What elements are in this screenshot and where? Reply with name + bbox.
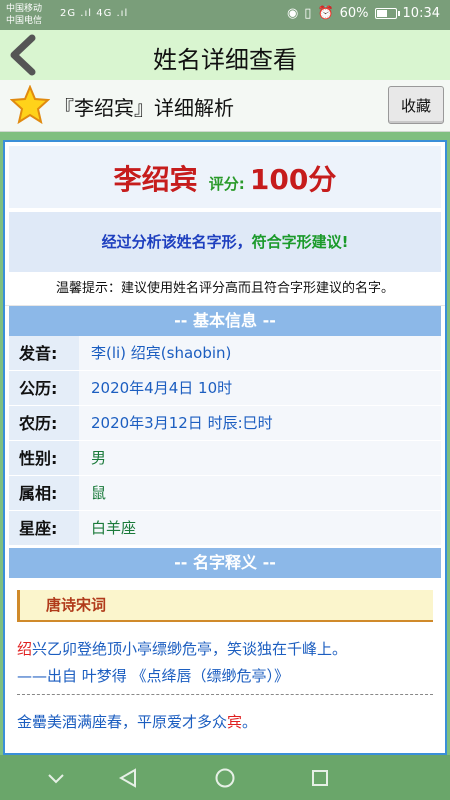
basic-info-heading: -- 基本信息 -- [9,306,441,336]
info-value: 2020年3月12日 时辰:巳时 [79,406,441,440]
status-bar: 中国移动 中国电信 2G .ıl 4G .ıl ◉ ▯ ⏰ 60% 10:34 [0,0,450,30]
info-key: 属相: [9,476,79,510]
info-key: 星座: [9,511,79,545]
analysis-title: 『李绍宾』详细解析 [54,96,234,120]
info-row-solar: 公历: 2020年4月4日 10时 [9,371,441,406]
info-key: 公历: [9,371,79,405]
nav-back-button[interactable] [98,755,158,800]
square-recent-icon [312,769,328,786]
divider [17,694,433,695]
score-value: 100分 [249,163,337,196]
info-value: 鼠 [79,476,441,510]
info-value: 李(li) 绍宾(shaobin) [79,336,441,370]
analysis-verdict: 符合字形建议! [251,233,349,251]
poem-2: 金罍美酒满座春，平原爱才多众宾。 [17,709,433,736]
poetry-heading: 唐诗宋词 [17,590,433,622]
sub-header: 『李绍宾』详细解析 收藏 [0,80,450,132]
analysis-result: 经过分析该姓名字形，符合字形建议! [9,212,441,272]
carrier-2: 中国电信 [6,16,43,26]
info-row-gender: 性别: 男 [9,441,441,476]
battery-fill [376,10,387,17]
carrier-info: 中国移动 中国电信 [6,3,42,27]
info-key: 农历: [9,406,79,440]
poem-2-highlight: 宾 [227,713,243,731]
person-name: 李绍宾 [113,163,198,196]
alarm-icon: ⏰ [317,6,334,21]
nav-recent-button[interactable] [290,755,350,800]
triangle-back-icon [118,767,136,788]
poem-2-end: 。 [242,713,258,731]
info-row-pronunciation: 发音: 李(li) 绍宾(shaobin) [9,336,441,371]
info-row-constellation: 星座: 白羊座 [9,511,441,546]
poem-1-text: 兴乙卯登绝顶小亭缥缈危亭，笑谈独在千峰上。 [32,640,348,658]
battery-icon [374,8,400,19]
favorite-button[interactable]: 收藏 [388,86,444,124]
info-value: 男 [79,441,441,475]
score-label: 评分: [208,175,245,193]
info-row-zodiac: 属相: 鼠 [9,476,441,511]
star-icon [10,85,50,125]
page-title: 姓名详细查看 [153,46,297,74]
meaning-heading: -- 名字释义 -- [9,548,441,578]
eye-icon: ◉ [286,6,299,21]
clock: 10:34 [402,6,440,21]
carrier-1: 中国移动 [6,4,43,14]
detail-content[interactable]: 李绍宾 评分: 100分 经过分析该姓名字形，符合字形建议! 温馨提示：建议使用… [3,140,447,755]
circle-home-icon [215,768,235,787]
title-bar: 姓名详细查看 [0,30,450,80]
nav-home-button[interactable] [195,755,255,800]
tip-text: 温馨提示：建议使用姓名评分高而且符合字形建议的名字。 [5,272,445,306]
info-value: 2020年4月4日 10时 [79,371,441,405]
info-key: 性别: [9,441,79,475]
poem-1-source: ——出自 叶梦得 《点绛唇（缥缈危亭）》 [17,667,290,685]
poem-1: 绍兴乙卯登绝顶小亭缥缈危亭，笑谈独在千峰上。 ——出自 叶梦得 《点绛唇（缥缈危… [17,636,433,690]
poem-1-highlight: 绍 [17,640,33,658]
signal-indicator: 2G .ıl 4G .ıl [60,8,129,19]
battery-percent: 60% [339,6,369,21]
info-row-lunar: 农历: 2020年3月12日 时辰:巳时 [9,406,441,441]
nav-hide-button[interactable] [26,755,86,800]
info-value: 白羊座 [79,511,441,545]
status-right: ◉ ▯ ⏰ 60% 10:34 [287,6,440,21]
score-box: 李绍宾 评分: 100分 [9,146,441,208]
analysis-text: 经过分析该姓名字形， [101,233,252,251]
info-key: 发音: [9,336,79,370]
poem-2-text: 金罍美酒满座春，平原爱才多众 [17,713,228,731]
system-nav-bar [0,755,450,800]
chevron-down-icon [48,773,64,783]
vibrate-icon: ▯ [304,6,312,21]
